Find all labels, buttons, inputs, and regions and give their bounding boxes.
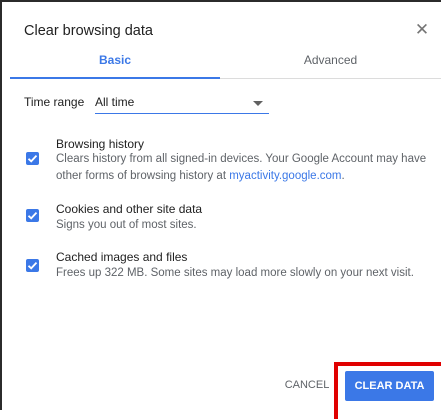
option-title: Cookies and other site data xyxy=(56,202,203,216)
myactivity-link[interactable]: myactivity.google.com xyxy=(229,170,341,182)
browsing-history-checkbox[interactable] xyxy=(26,152,39,165)
option-title: Cached images and files xyxy=(56,250,188,264)
window-left-edge xyxy=(0,0,2,410)
check-icon xyxy=(27,154,38,163)
clear-browsing-data-dialog: Clear browsing data ✕ Basic Advanced Tim… xyxy=(10,9,441,419)
option-description: Clears history from all signed-in device… xyxy=(56,151,431,185)
option-description-suffix: . xyxy=(341,170,345,182)
tab-advanced[interactable]: Advanced xyxy=(220,49,441,78)
cookies-checkbox[interactable] xyxy=(26,209,39,222)
dialog-title: Clear browsing data xyxy=(24,23,153,39)
tab-bar: Basic Advanced xyxy=(10,49,441,79)
time-range-select[interactable]: All time xyxy=(95,91,269,114)
screenshot-frame: Clear browsing data ✕ Basic Advanced Tim… xyxy=(0,0,441,419)
tab-basic[interactable]: Basic xyxy=(10,49,220,79)
chevron-down-icon xyxy=(253,101,263,106)
option-description: Frees up 322 MB. Some sites may load mor… xyxy=(56,267,414,279)
cached-images-checkbox[interactable] xyxy=(26,259,39,272)
time-range-value: All time xyxy=(95,95,135,109)
option-title: Browsing history xyxy=(56,137,145,151)
time-range-label: Time range xyxy=(24,95,85,109)
window-top-edge xyxy=(0,0,441,2)
active-tab-indicator xyxy=(10,77,220,79)
tab-basic-label: Basic xyxy=(98,53,132,67)
check-icon xyxy=(27,261,38,270)
option-description: Signs you out of most sites. xyxy=(56,219,197,231)
clear-data-button[interactable]: CLEAR DATA xyxy=(345,371,434,401)
cancel-button[interactable]: CANCEL xyxy=(277,371,337,399)
close-icon[interactable]: ✕ xyxy=(411,19,433,41)
tab-advanced-label: Advanced xyxy=(303,53,358,67)
check-icon xyxy=(27,211,38,220)
